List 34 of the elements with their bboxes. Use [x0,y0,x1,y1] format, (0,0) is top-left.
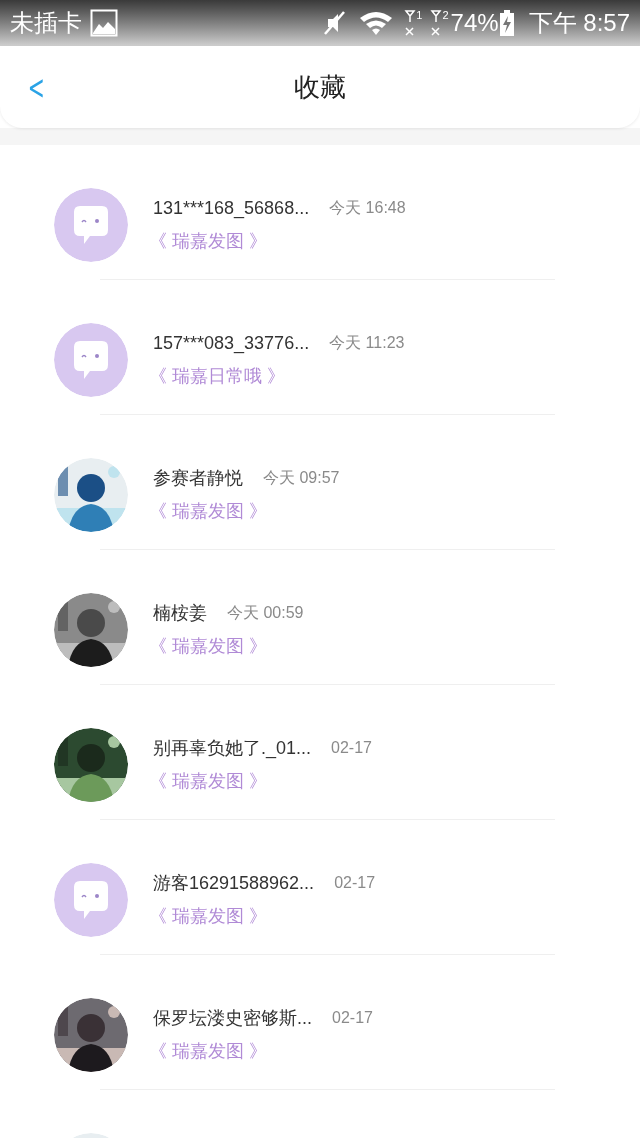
carrier-text: 未插卡 [10,8,82,38]
time-text: 02-17 [334,873,376,893]
user-name: 游客16291588962... [153,871,315,895]
collection-link[interactable]: 《 瑞嘉发图 》 [149,768,372,795]
wifi-icon [358,9,395,37]
sim-slot-number: 2 [442,9,449,21]
collection-link[interactable]: 《 瑞嘉发图 》 [149,903,376,930]
collection-link[interactable]: 《 瑞嘉日常哦 》 [149,363,405,390]
user-name: 157***083_33776... [153,331,310,356]
user-name: 保罗坛溇史密够斯... [153,1006,312,1030]
default-avatar-icon [54,323,128,397]
collection-link[interactable]: 《 瑞嘉发图 》 [149,498,340,525]
user-name: 参赛者静悦 [153,466,243,490]
battery-charging-icon [498,9,515,37]
time-text: 02-17 [332,1008,373,1028]
default-avatar-icon [54,188,128,262]
time-text: 今天 11:23 [329,333,405,353]
user-name: 131***168_56868... [153,196,310,221]
sim-slot-number: 1 [416,9,423,21]
time-text: 今天 16:48 [329,198,406,218]
default-avatar-icon [54,863,128,937]
image-icon [90,9,118,37]
collection-link[interactable]: 《 瑞嘉发图 》 [149,228,406,255]
page-title: 收藏 [294,70,346,104]
battery-text: 74% [450,8,499,38]
collection-link[interactable]: 《 瑞嘉发图 》 [149,633,304,660]
back-button[interactable]: < [27,72,45,102]
time-text: 今天 09:57 [263,468,340,488]
clock-text: 下午 8:57 [528,8,630,38]
time-text: 今天 00:59 [227,603,304,623]
user-name: 别再辜负她了._01... [153,736,312,761]
collection-link[interactable]: 《 瑞嘉发图 》 [149,1038,373,1065]
user-name: 楠桉姜 [153,601,207,625]
time-text: 02-17 [331,738,372,758]
